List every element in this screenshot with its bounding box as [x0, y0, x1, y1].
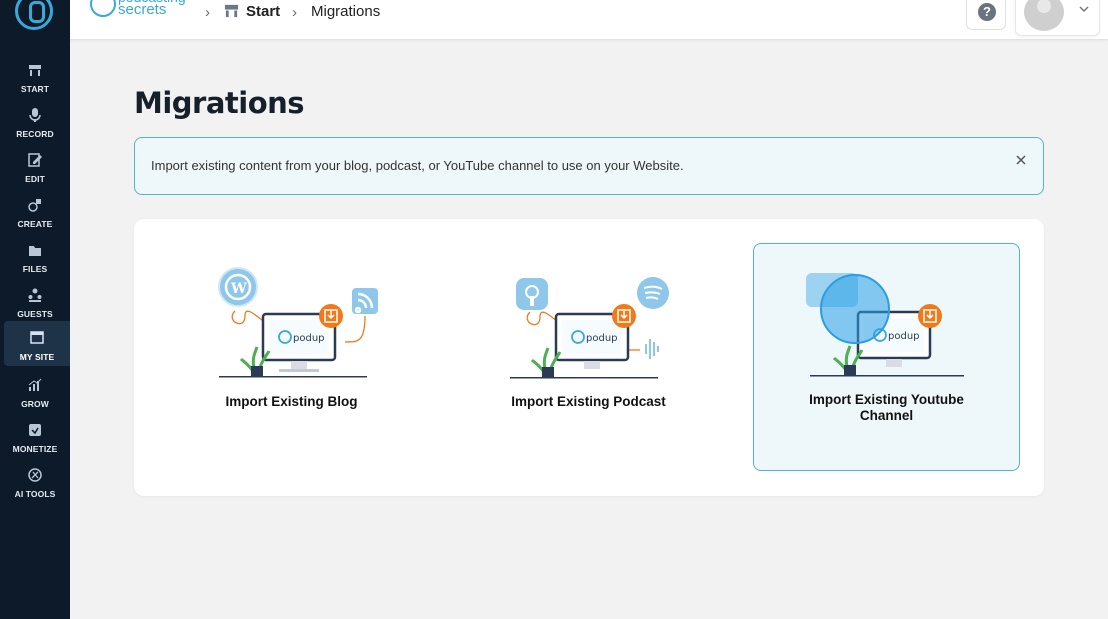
sidebar-item-ai-tools[interactable]: AI TOOLS [0, 460, 70, 505]
blog-import-illustration: W podup [218, 267, 378, 378]
chevron-down-icon [1079, 6, 1089, 13]
sidebar-item-edit[interactable]: EDIT [0, 145, 70, 190]
page-title: Migrations [134, 86, 305, 120]
sidebar-item-label: RECORD [16, 129, 54, 139]
profile-menu-button[interactable] [1015, 0, 1100, 36]
sidebar: START RECORD EDIT CREATE FILES GUESTS MY… [0, 0, 70, 619]
start-icon [224, 4, 239, 18]
svg-text:W: W [230, 281, 247, 297]
avatar [1024, 0, 1064, 31]
monetize-icon [29, 424, 41, 436]
files-icon [29, 246, 41, 256]
sidebar-item-guests[interactable]: GUESTS [0, 280, 70, 325]
import-podcast-label: Import Existing Podcast [511, 394, 666, 409]
my-site-icon [30, 331, 44, 344]
help-button[interactable]: ? [966, 0, 1006, 30]
sidebar-item-label: MONETIZE [12, 444, 58, 454]
edit-icon [28, 153, 42, 167]
brand-logo[interactable]: podcasting secrets [90, 0, 200, 23]
sidebar-item-record[interactable]: RECORD [0, 100, 70, 145]
svg-text:podup: podup [888, 331, 920, 342]
close-icon[interactable] [1013, 152, 1029, 168]
info-banner-text: Import existing content from your blog, … [151, 158, 684, 173]
sidebar-item-label: AI TOOLS [14, 489, 56, 499]
sidebar-item-label: MY SITE [19, 352, 55, 362]
sidebar-item-monetize[interactable]: MONETIZE [0, 415, 70, 460]
breadcrumb-start-link[interactable]: Start [246, 3, 280, 20]
question-icon: ? [978, 3, 996, 21]
info-banner: Import existing content from your blog, … [134, 137, 1044, 195]
sidebar-item-label: CREATE [17, 219, 53, 229]
import-podcast-option[interactable]: podup Import Existing Podcast [455, 243, 722, 471]
guests-icon [28, 288, 42, 302]
top-header: podcasting secrets › Start › Migrations … [70, 0, 1108, 40]
chevron-right-icon: › [205, 4, 210, 21]
import-blog-option[interactable]: W podup Import Existing Blog [158, 243, 425, 471]
sidebar-item-my-site[interactable]: MY SITE [4, 321, 70, 366]
app-logo-icon[interactable] [15, 0, 53, 30]
ai-tools-icon [28, 468, 42, 482]
create-icon [28, 199, 41, 212]
import-youtube-option[interactable]: podup Import Existing Youtube Channel [753, 243, 1020, 471]
breadcrumb-current: Migrations [311, 3, 381, 20]
sidebar-item-files[interactable]: FILES [0, 235, 70, 280]
brand-logo-icon [90, 0, 116, 17]
migration-options-card: W podup Import Existing Blog podup Impor… [134, 219, 1044, 496]
brand-name-line2: secrets [118, 1, 167, 18]
podcast-import-illustration: podup [510, 277, 669, 379]
microphone-icon [29, 108, 41, 122]
sidebar-item-label: GUESTS [17, 309, 53, 319]
sidebar-item-start[interactable]: START [0, 55, 70, 100]
sidebar-item-label: FILES [22, 264, 48, 274]
import-blog-label: Import Existing Blog [225, 394, 358, 409]
chevron-right-icon: › [292, 4, 297, 21]
import-youtube-label: Import Existing Youtube Channel [809, 392, 964, 423]
sidebar-item-create[interactable]: CREATE [0, 190, 70, 235]
cursor-click-indicator [820, 274, 890, 344]
grow-icon [28, 378, 42, 391]
sidebar-item-label: START [20, 84, 50, 94]
start-icon [29, 65, 41, 76]
svg-text:podup: podup [586, 333, 618, 344]
sidebar-item-label: GROW [21, 399, 49, 409]
sidebar-item-grow[interactable]: GROW [0, 370, 70, 415]
sidebar-item-label: EDIT [25, 174, 45, 184]
svg-text:podup: podup [293, 333, 325, 344]
